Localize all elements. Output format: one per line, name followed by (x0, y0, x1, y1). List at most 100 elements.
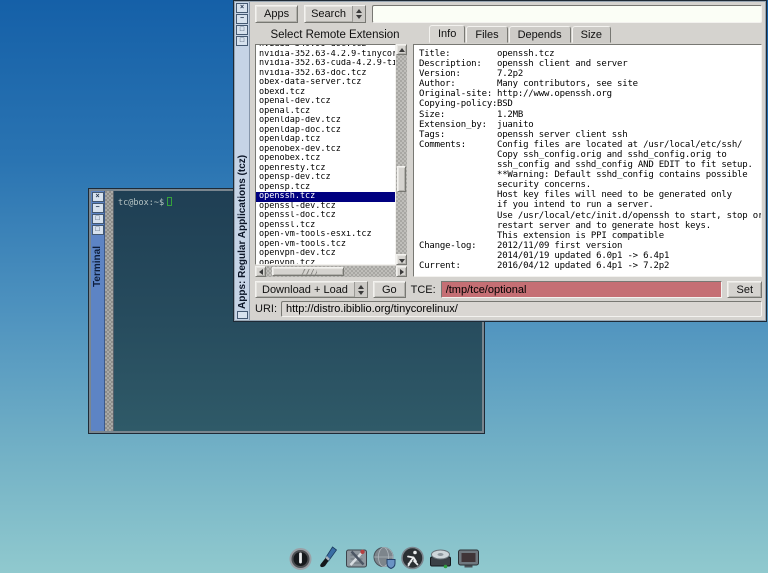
scroll-left-icon[interactable] (255, 266, 266, 277)
uri-field[interactable] (281, 301, 762, 317)
control-panel-icon[interactable] (343, 541, 370, 571)
info-line: restart server and to generate host keys… (419, 221, 756, 231)
iconify-button[interactable]: − (92, 203, 104, 213)
info-line: Description:openssh client and server (419, 59, 756, 69)
list-item[interactable]: openobex.tcz (256, 154, 395, 164)
list-item[interactable]: nvidia-352.63-4.2.9-tinycore64 (256, 50, 395, 60)
body-row: nvidia-340.96-doc.tcznvidia-352.63-4.2.9… (255, 44, 762, 277)
terminal-title: Terminal (92, 246, 103, 287)
info-line: ssh_config and sshd_config AND EDIT to f… (419, 160, 756, 170)
iconify-button[interactable]: − (236, 14, 248, 24)
list-item[interactable]: open-vm-tools.tcz (256, 240, 395, 250)
list-item[interactable]: nvidia-352.63-cuda-4.2.9-tinyc (256, 59, 395, 69)
info-line: Change-log:2012/11/09 first version (419, 241, 756, 251)
list-item[interactable]: openobex-dev.tcz (256, 145, 395, 155)
search-input[interactable] (372, 5, 762, 23)
apps-titlebar[interactable]: ×−□□ Apps: Regular Applications (tcz) (235, 2, 250, 320)
search-mode-select[interactable]: Search (304, 5, 366, 23)
terminal-cursor (167, 197, 172, 206)
run-command-icon[interactable] (399, 541, 426, 571)
info-line: if you intend to run a server. (419, 200, 756, 210)
horizontal-scroll-thumb[interactable] (272, 267, 344, 276)
close-button[interactable]: × (236, 3, 248, 13)
list-item[interactable]: opensp-dev.tcz (256, 173, 395, 183)
set-button[interactable]: Set (727, 281, 762, 298)
info-line: Current:2016/04/12 updated 6.4p1 -> 7.2p… (419, 261, 756, 271)
action-row: Download + Load Go TCE: Set (255, 281, 762, 298)
terminal-scrollbar[interactable] (105, 191, 114, 431)
info-line: 2014/01/19 updated 6.0p1 -> 6.4p1 (419, 251, 756, 261)
list-item[interactable]: openldap-doc.tcz (256, 126, 395, 136)
desktop: ×−□□ Terminal tc@box:~$ ×−□□ Apps: Regul… (0, 0, 768, 573)
screen-settings-icon[interactable] (455, 541, 482, 571)
scroll-down-icon[interactable] (396, 254, 407, 265)
go-button[interactable]: Go (373, 281, 406, 298)
apps-menu-button[interactable]: Apps (255, 5, 298, 23)
list-item[interactable]: openldap.tcz (256, 135, 395, 145)
info-line: Use /usr/local/etc/init.d/openssh to sta… (419, 211, 756, 221)
action-select[interactable]: Download + Load (255, 281, 368, 298)
list-item[interactable]: nvidia-352.63-doc.tcz (256, 69, 395, 79)
tab-depends[interactable]: Depends (509, 26, 571, 43)
info-line: **Warning: Default sshd_config contains … (419, 170, 756, 180)
dock (287, 541, 482, 571)
apps-titlebar-buttons: ×−□□ (236, 2, 248, 47)
search-mode-label: Search (311, 8, 346, 20)
info-line: Version:7.2p2 (419, 69, 756, 79)
header-row: Select Remote Extension InfoFilesDepends… (255, 26, 762, 43)
mount-tool-icon[interactable] (427, 541, 454, 571)
terminal-titlebar[interactable]: ×−□□ Terminal (91, 191, 105, 431)
info-panel: Title:openssh.tczDescription:openssh cli… (413, 44, 762, 277)
paint-editor-icon[interactable] (315, 541, 342, 571)
list-item[interactable]: obexd.tcz (256, 88, 395, 98)
list-item[interactable]: openvpn.tcz (256, 259, 395, 266)
tab-bar: InfoFilesDependsSize (429, 25, 612, 43)
list-horizontal-scrollbar[interactable] (255, 266, 407, 277)
list-item[interactable]: open-vm-tools-esxi.tcz (256, 230, 395, 240)
list-item[interactable]: openal-dev.tcz (256, 97, 395, 107)
shade-button[interactable]: □ (92, 225, 104, 235)
scroll-right-icon[interactable] (396, 266, 407, 277)
apps-browser-icon[interactable] (371, 541, 398, 571)
list-item[interactable]: openssh.tcz (256, 192, 395, 202)
list-item[interactable]: openssl-dev.tcz (256, 202, 395, 212)
list-item[interactable]: openssl-doc.tcz (256, 211, 395, 221)
info-line: Author:Many contributors, see site (419, 79, 756, 89)
list-item[interactable]: obex-data-server.tcz (256, 78, 395, 88)
info-line: Title:openssh.tcz (419, 49, 756, 59)
apps-window-content: Apps Search Select Remote Extension Info… (250, 2, 765, 320)
tce-path-field[interactable] (441, 281, 723, 298)
exit-icon[interactable] (287, 541, 314, 571)
scroll-up-icon[interactable] (396, 44, 407, 55)
list-item[interactable]: opensp.tcz (256, 183, 395, 193)
list-column: nvidia-340.96-doc.tcznvidia-352.63-4.2.9… (255, 44, 407, 277)
close-button[interactable]: × (92, 192, 104, 202)
tab-info[interactable]: Info (429, 25, 465, 43)
horizontal-scroll-track[interactable] (266, 266, 396, 277)
maximize-button[interactable]: □ (92, 214, 104, 224)
info-line: Comments:Config files are located at /us… (419, 140, 756, 150)
apps-window-title: Apps: Regular Applications (tcz) (237, 53, 248, 309)
vertical-scroll-thumb[interactable] (397, 166, 406, 192)
list-header: Select Remote Extension (255, 29, 415, 43)
updown-arrows-icon (352, 6, 365, 22)
list-item[interactable]: openvpn-dev.tcz (256, 249, 395, 259)
list-item[interactable]: openresty.tcz (256, 164, 395, 174)
toolbar: Apps Search (255, 5, 762, 23)
list-vertical-scrollbar[interactable] (396, 44, 407, 265)
resize-handle-icon[interactable] (237, 311, 248, 319)
maximize-button[interactable]: □ (236, 25, 248, 35)
tab-size[interactable]: Size (572, 26, 611, 43)
list-item[interactable]: openal.tcz (256, 107, 395, 117)
info-line: Copy ssh_config.orig and sshd_config.ori… (419, 150, 756, 160)
list-item[interactable]: openldap-dev.tcz (256, 116, 395, 126)
extension-list[interactable]: nvidia-340.96-doc.tcznvidia-352.63-4.2.9… (255, 44, 396, 265)
vertical-scroll-track[interactable] (396, 55, 407, 254)
tab-files[interactable]: Files (466, 26, 507, 43)
action-select-label: Download + Load (262, 284, 348, 296)
info-line: Tags:openssh server client ssh (419, 130, 756, 140)
shade-button[interactable]: □ (236, 36, 248, 46)
terminal-titlebar-buttons: ×−□□ (92, 191, 104, 236)
list-item[interactable]: openssl.tcz (256, 221, 395, 231)
tce-label: TCE: (411, 284, 436, 296)
